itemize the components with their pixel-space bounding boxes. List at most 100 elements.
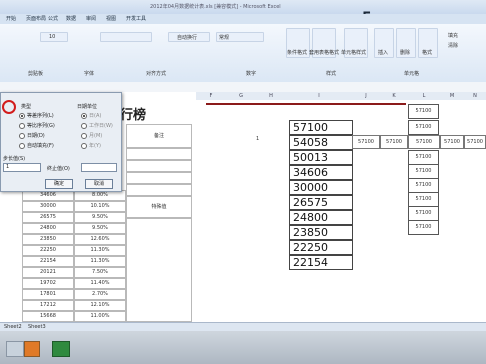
radio-month[interactable] (81, 133, 87, 139)
col-header-J[interactable]: J (352, 92, 381, 100)
table-cell-percent[interactable]: 10.10% (74, 201, 126, 212)
table-cell-percent[interactable]: 12.60% (74, 234, 126, 245)
radio-day[interactable] (81, 113, 87, 119)
fill-button[interactable]: 填充 (448, 32, 458, 39)
big-cell[interactable]: 22250 (289, 240, 353, 255)
series-dialog[interactable]: 类型 日期单位 等差序列(L) 等比序列(G) 日期(D) 自动填充(F) 日(… (0, 92, 122, 192)
column-L-cell[interactable]: 57100 (408, 220, 439, 235)
radio-autofill[interactable] (19, 143, 25, 149)
table-cell-value[interactable]: 22154 (22, 256, 74, 267)
table-cell-value[interactable]: 22250 (22, 245, 74, 256)
column-L-cell[interactable]: 57100 (408, 104, 439, 119)
table-cell-percent[interactable]: 11.00% (74, 311, 126, 322)
col-header-N[interactable]: N (464, 92, 486, 100)
tab-data[interactable]: 数据 (66, 15, 76, 22)
tab-page-layout[interactable]: 页面布局 (26, 15, 46, 22)
col-header-I[interactable]: I (286, 92, 353, 100)
table-cell-percent[interactable]: 9.50% (74, 223, 126, 234)
stop-input[interactable] (81, 163, 117, 172)
tab-review[interactable]: 审阅 (86, 15, 96, 22)
table-cell-value[interactable]: 26575 (22, 212, 74, 223)
cancel-button[interactable]: 取消 (85, 179, 113, 189)
table-format-button[interactable]: 套用表格格式 (309, 28, 339, 58)
tab-home[interactable]: 开始 (6, 15, 16, 22)
excel-icon[interactable] (52, 341, 70, 357)
step-input[interactable]: 1 (3, 163, 41, 172)
big-cell[interactable]: 34606 (289, 165, 353, 180)
radio-linear[interactable] (19, 113, 25, 119)
radio-weekday[interactable] (81, 123, 87, 129)
table-cell-percent[interactable]: 11.30% (74, 256, 126, 267)
table-cell-value[interactable]: 24800 (22, 223, 74, 234)
col-header-F[interactable]: F (196, 92, 227, 100)
col-header-L[interactable]: L (408, 92, 441, 100)
tab-view[interactable]: 视图 (106, 15, 116, 22)
column-L-cell[interactable]: 57100 (408, 178, 439, 193)
group-clipboard: 剪贴板 (28, 71, 44, 77)
row-cell[interactable]: 57100 (440, 135, 464, 149)
col-header-M[interactable]: M (440, 92, 465, 100)
insert-button[interactable]: 插入 (374, 28, 394, 58)
number-format-dropdown[interactable]: 常规 (216, 32, 264, 42)
note-header[interactable]: 备注 (126, 124, 192, 148)
radio-growth[interactable] (19, 123, 25, 129)
table-cell-value[interactable]: 19702 (22, 278, 74, 289)
sheet-tab-3[interactable]: Sheet3 (28, 324, 46, 330)
table-cell-percent[interactable]: 7.50% (74, 267, 126, 278)
big-cell[interactable]: 30000 (289, 180, 353, 195)
col-header-G[interactable]: G (226, 92, 257, 100)
table-cell-value[interactable]: 15668 (22, 311, 74, 322)
table-cell-value[interactable]: 17801 (22, 289, 74, 300)
column-L-cell[interactable]: 57100 (408, 150, 439, 165)
row-cell[interactable]: 57100 (352, 135, 380, 149)
table-cell-percent[interactable]: 2.70% (74, 289, 126, 300)
big-cell[interactable]: 57100 (289, 120, 353, 135)
row-cell[interactable]: 57100 (408, 135, 440, 149)
column-L-cell[interactable]: 57100 (408, 206, 439, 221)
note-cell[interactable] (126, 184, 192, 196)
note-cell[interactable] (126, 218, 192, 322)
column-L-cell[interactable]: 57100 (408, 192, 439, 207)
delete-button[interactable]: 删除 (396, 28, 416, 58)
conditional-format-button[interactable]: 条件格式 (286, 28, 310, 58)
row-cell[interactable]: 57100 (380, 135, 408, 149)
table-cell-value[interactable]: 20121 (22, 267, 74, 278)
office-icon[interactable] (24, 341, 40, 357)
table-cell-percent[interactable]: 11.40% (74, 278, 126, 289)
cell-style-button[interactable]: 单元格样式 (341, 28, 368, 58)
big-cell[interactable]: 23850 (289, 225, 353, 240)
big-cell[interactable]: 50013 (289, 150, 353, 165)
align-buttons[interactable] (100, 32, 152, 42)
big-cell[interactable]: 26575 (289, 195, 353, 210)
ok-button[interactable]: 确定 (45, 179, 73, 189)
sheet-tab-2[interactable]: Sheet2 (4, 324, 22, 330)
table-cell-value[interactable]: 23850 (22, 234, 74, 245)
table-cell-percent[interactable]: 12.10% (74, 300, 126, 311)
col-header-H[interactable]: H (256, 92, 287, 100)
font-size-box[interactable]: 10 (40, 32, 68, 42)
note-special[interactable]: 特殊值 (126, 196, 192, 218)
big-cell[interactable]: 22154 (289, 255, 353, 270)
table-cell-percent[interactable]: 11.30% (74, 245, 126, 256)
date-unit-label: 日期单位 (77, 104, 98, 110)
col-header-K[interactable]: K (380, 92, 409, 100)
wrap-text-button[interactable]: 自动换行 (168, 32, 210, 42)
table-cell-percent[interactable]: 9.50% (74, 212, 126, 223)
big-cell[interactable]: 54058 (289, 135, 353, 150)
windows-explorer-icon[interactable] (6, 341, 24, 357)
column-L-cell[interactable]: 57100 (408, 164, 439, 179)
clear-button[interactable]: 清除 (448, 42, 458, 49)
note-cell[interactable] (126, 172, 192, 184)
table-cell-value[interactable]: 17212 (22, 300, 74, 311)
note-cell[interactable] (126, 148, 192, 160)
radio-year[interactable] (81, 143, 87, 149)
tab-formulas[interactable]: 公式 (48, 15, 58, 22)
format-button[interactable]: 格式 (418, 28, 438, 58)
row-cell[interactable]: 57100 (464, 135, 486, 149)
note-cell[interactable] (126, 160, 192, 172)
column-L-cell[interactable]: 57100 (408, 120, 439, 135)
table-cell-value[interactable]: 30000 (22, 201, 74, 212)
big-cell[interactable]: 24800 (289, 210, 353, 225)
radio-date[interactable] (19, 133, 25, 139)
tab-developer[interactable]: 开发工具 (126, 15, 146, 22)
